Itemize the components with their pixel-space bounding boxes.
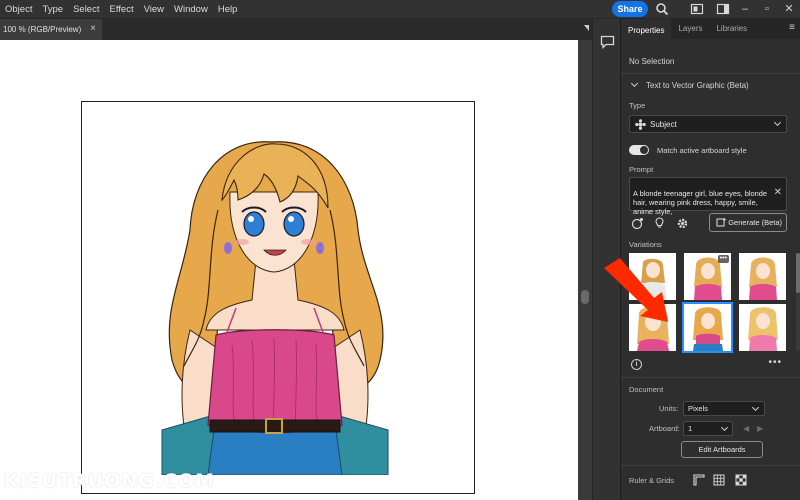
- document-tab[interactable]: 100 % (RGB/Preview) ×: [0, 19, 102, 40]
- info-icon[interactable]: i: [631, 359, 642, 370]
- tab-properties[interactable]: Properties: [621, 19, 672, 39]
- chevron-down-icon: [751, 403, 760, 412]
- artboard-value: 1: [688, 424, 693, 433]
- variation-image: [748, 307, 778, 351]
- generate-button[interactable]: Generate (Beta): [709, 213, 787, 232]
- arrange-documents-icon[interactable]: [690, 2, 704, 16]
- scrollbar-thumb[interactable]: [581, 290, 589, 304]
- selection-status: No Selection: [629, 57, 675, 66]
- generate-label: Generate (Beta): [728, 218, 782, 227]
- minimize-button[interactable]: –: [734, 0, 756, 19]
- section-title[interactable]: Text to Vector Graphic (Beta): [646, 81, 749, 90]
- collapse-panels-icon[interactable]: [584, 25, 589, 31]
- variation-image: [749, 257, 777, 300]
- reference-color-icon[interactable]: [631, 217, 644, 230]
- settings-gear-icon[interactable]: [676, 217, 689, 230]
- lightbulb-icon[interactable]: [653, 216, 666, 230]
- divider: [621, 465, 800, 466]
- previous-artboard-icon[interactable]: ◀: [743, 424, 749, 433]
- workspace-icon[interactable]: [716, 2, 730, 16]
- menu-help[interactable]: Help: [213, 0, 243, 19]
- units-value: Pixels: [688, 404, 709, 413]
- document-label: Document: [629, 385, 664, 394]
- variation-thumbnail[interactable]: [739, 253, 786, 300]
- prompt-label: Prompt: [629, 165, 654, 174]
- close-window-button[interactable]: ✕: [778, 0, 800, 19]
- document-tab-title: 100 % (RGB/Preview): [3, 25, 82, 34]
- clear-prompt-icon[interactable]: ✕: [774, 188, 782, 198]
- share-button[interactable]: Share: [612, 1, 648, 17]
- menu-object[interactable]: Object: [0, 0, 37, 19]
- subject-icon: [635, 119, 646, 130]
- panel-menu-icon[interactable]: ≡: [789, 22, 795, 33]
- red-arrow-annotation: [604, 258, 668, 322]
- units-label: Units:: [659, 404, 679, 413]
- variation-thumbnail[interactable]: [739, 304, 786, 351]
- close-tab-icon[interactable]: ×: [90, 23, 96, 34]
- more-options-icon[interactable]: •••: [717, 255, 729, 263]
- divider: [621, 377, 800, 378]
- ruler-icon[interactable]: [693, 474, 705, 486]
- menu-type[interactable]: Type: [37, 0, 68, 19]
- variations-label: Variations: [629, 240, 662, 249]
- generated-anime-girl-illustration[interactable]: [152, 130, 397, 475]
- grid-icon[interactable]: [713, 474, 725, 486]
- watermark-text: KIEUTRUONG.COM: [4, 470, 216, 492]
- prompt-text: A blonde teenager girl, blue eyes, blond…: [633, 189, 767, 216]
- panel-tabs: Properties Layers Libraries: [621, 19, 800, 39]
- type-value: Subject: [650, 120, 677, 129]
- canvas-vertical-scrollbar[interactable]: [578, 40, 592, 500]
- canvas[interactable]: KIEUTRUONG.COM: [0, 40, 578, 500]
- comments-icon[interactable]: [600, 35, 615, 49]
- prompt-input[interactable]: A blonde teenager girl, blue eyes, blond…: [629, 177, 787, 216]
- match-style-label: Match active artboard style: [657, 146, 747, 155]
- search-icon[interactable]: [655, 2, 669, 16]
- variation-thumbnail[interactable]: •••: [684, 253, 731, 300]
- tab-layers[interactable]: Layers: [671, 19, 709, 39]
- artboard-label: Artboard:: [649, 424, 680, 433]
- chevron-down-icon: [773, 118, 782, 127]
- divider: [621, 73, 800, 74]
- chevron-down-icon[interactable]: [630, 79, 639, 88]
- menu-window[interactable]: Window: [169, 0, 213, 19]
- artboard-dropdown[interactable]: 1: [683, 421, 733, 436]
- artboard[interactable]: [81, 101, 475, 494]
- type-label: Type: [629, 101, 646, 110]
- variation-thumbnail-selected[interactable]: [682, 302, 733, 353]
- ruler-grids-label: Ruler & Grids: [629, 476, 675, 485]
- variations-scrollbar[interactable]: [796, 253, 800, 351]
- menu-bar: Object Type Select Effect View Window He…: [0, 0, 800, 19]
- menu-items: Object Type Select Effect View Window He…: [0, 0, 242, 19]
- transparency-grid-icon[interactable]: [735, 474, 747, 486]
- menu-select[interactable]: Select: [68, 0, 104, 19]
- chevron-down-icon: [720, 423, 729, 432]
- more-options-icon[interactable]: •••: [768, 357, 782, 368]
- variation-image: [693, 307, 723, 351]
- document-tab-bar: 100 % (RGB/Preview) ×: [0, 19, 598, 40]
- menu-effect[interactable]: Effect: [104, 0, 138, 19]
- type-dropdown[interactable]: Subject: [629, 115, 787, 133]
- menu-view[interactable]: View: [139, 0, 169, 19]
- edit-artboards-button[interactable]: Edit Artboards: [681, 441, 763, 458]
- units-dropdown[interactable]: Pixels: [683, 401, 765, 416]
- generate-icon: [716, 217, 727, 227]
- match-style-toggle[interactable]: [629, 145, 649, 155]
- scrollbar-thumb[interactable]: [796, 253, 800, 293]
- tab-libraries[interactable]: Libraries: [709, 19, 754, 39]
- next-artboard-icon[interactable]: ▶: [757, 424, 763, 433]
- maximize-button[interactable]: ▫: [756, 0, 778, 19]
